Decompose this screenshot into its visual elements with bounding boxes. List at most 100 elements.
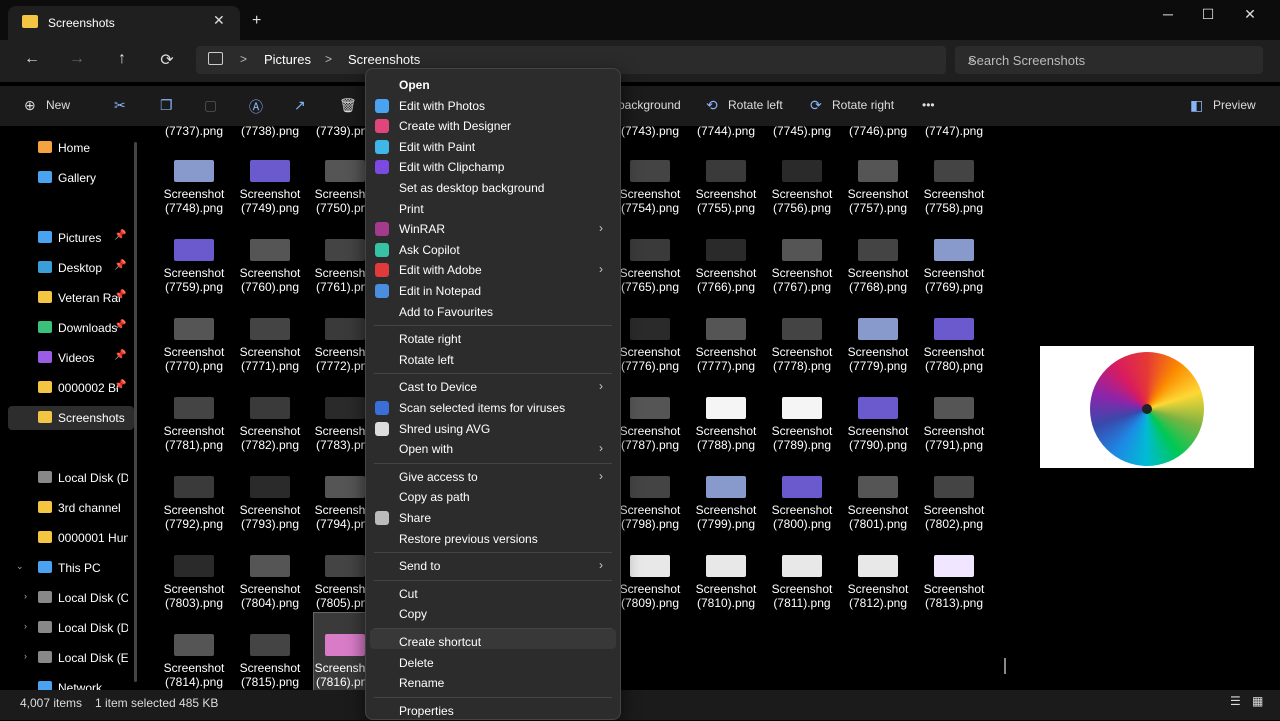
file-item[interactable]: Screenshot (7749).png xyxy=(232,160,308,215)
sidebar-item[interactable]: 0000001 Hung xyxy=(0,526,136,550)
file-item[interactable]: Screenshot (7767).png xyxy=(764,239,840,294)
file-item[interactable]: Screenshot (7800).png xyxy=(764,476,840,531)
menu-item[interactable]: Scan selected items for viruses xyxy=(366,398,620,418)
back-button[interactable]: ← xyxy=(20,50,44,68)
file-item[interactable]: Screenshot (7781).png xyxy=(156,397,232,452)
menu-item[interactable]: Edit in Notepad xyxy=(366,281,620,301)
file-item[interactable]: Screenshot (7778).png xyxy=(764,318,840,373)
tiles-view-icon[interactable]: ▦ xyxy=(1252,694,1263,708)
menu-item[interactable]: Edit with Photos xyxy=(366,96,620,116)
copy-icon[interactable]: ❐ xyxy=(160,97,173,114)
details-view-icon[interactable]: ☰ xyxy=(1230,694,1241,708)
preview-button[interactable]: Preview xyxy=(1213,98,1256,112)
sidebar-item[interactable]: Local Disk (D › xyxy=(0,616,136,640)
sidebar-item[interactable]: Pictures 📌 xyxy=(0,226,136,250)
sidebar-item[interactable]: Videos 📌 xyxy=(0,346,136,370)
file-item[interactable]: Screenshot (7802).png xyxy=(916,476,992,531)
menu-item[interactable]: Set as desktop background xyxy=(366,178,620,198)
file-item[interactable]: Screenshot (7754).png xyxy=(612,160,688,215)
file-item[interactable]: Screenshot (7758).png xyxy=(916,160,992,215)
file-item[interactable]: Screenshot (7780).png xyxy=(916,318,992,373)
sidebar-item[interactable]: Veteran Rai 📌 xyxy=(0,286,136,310)
sidebar-item[interactable]: Local Disk (D:) xyxy=(0,466,136,490)
file-item[interactable]: Screenshot (7759).png xyxy=(156,239,232,294)
file-item[interactable]: Screenshot (7814).png xyxy=(156,634,232,689)
sidebar-item[interactable]: This PC ⌄ xyxy=(0,556,136,580)
set-background-button[interactable]: background xyxy=(618,98,681,112)
file-name[interactable]: (7745).png xyxy=(764,124,840,138)
file-item[interactable]: Screenshot (7789).png xyxy=(764,397,840,452)
file-item[interactable]: Screenshot (7755).png xyxy=(688,160,764,215)
file-item[interactable]: Screenshot (7791).png xyxy=(916,397,992,452)
file-item[interactable]: Screenshot (7768).png xyxy=(840,239,916,294)
menu-item[interactable]: Edit with Adobe › xyxy=(366,260,620,280)
tab-screenshots[interactable]: Screenshots ✕ xyxy=(8,6,240,40)
file-item[interactable]: Screenshot (7815).png xyxy=(232,634,308,689)
rotate-right-button[interactable]: Rotate right xyxy=(832,98,894,112)
paste-icon[interactable]: ▢ xyxy=(204,97,217,114)
file-item[interactable]: Screenshot (7756).png xyxy=(764,160,840,215)
breadcrumb-pictures[interactable]: Pictures xyxy=(264,52,311,67)
menu-item[interactable]: Restore previous versions xyxy=(366,529,620,549)
file-item[interactable]: Screenshot (7799).png xyxy=(688,476,764,531)
menu-item[interactable]: Create with Designer xyxy=(366,116,620,136)
expand-chevron-icon[interactable]: › xyxy=(24,621,27,631)
sidebar-item[interactable]: Home xyxy=(0,136,136,160)
menu-item[interactable]: Share xyxy=(366,508,620,528)
sidebar-scrollbar[interactable] xyxy=(134,142,137,682)
file-item[interactable]: Screenshot (7787).png xyxy=(612,397,688,452)
file-name[interactable]: (7737).png xyxy=(156,124,232,138)
sidebar-item[interactable]: 3rd channel xyxy=(0,496,136,520)
menu-item[interactable]: Edit with Clipchamp xyxy=(366,157,620,177)
delete-icon[interactable]: 🗑 xyxy=(339,97,357,114)
file-item[interactable]: Screenshot (7813).png xyxy=(916,555,992,610)
breadcrumb-screenshots[interactable]: Screenshots xyxy=(348,52,420,67)
file-item[interactable]: Screenshot (7748).png xyxy=(156,160,232,215)
minimize-button[interactable]: ─ xyxy=(1148,6,1188,22)
menu-item[interactable]: Rotate right xyxy=(366,329,620,349)
file-item[interactable]: Screenshot (7771).png xyxy=(232,318,308,373)
file-name[interactable]: (7747).png xyxy=(916,124,992,138)
sidebar-item[interactable]: 0000002 Br 📌 xyxy=(0,376,136,400)
menu-item[interactable]: Copy xyxy=(366,604,620,624)
menu-item[interactable]: Shred using AVG xyxy=(366,419,620,439)
menu-item[interactable]: Properties xyxy=(366,701,620,721)
file-item[interactable]: Screenshot (7793).png xyxy=(232,476,308,531)
expand-chevron-icon[interactable]: › xyxy=(24,591,27,601)
expand-chevron-icon[interactable]: › xyxy=(24,651,27,661)
menu-item[interactable]: Cast to Device › xyxy=(366,377,620,397)
expand-chevron-icon[interactable]: ⌄ xyxy=(16,561,24,572)
menu-item[interactable]: Edit with Paint xyxy=(366,137,620,157)
file-item[interactable]: Screenshot (7798).png xyxy=(612,476,688,531)
file-item[interactable]: Screenshot (7779).png xyxy=(840,318,916,373)
menu-item[interactable]: Delete xyxy=(366,653,620,673)
rotate-left-button[interactable]: Rotate left xyxy=(728,98,783,112)
menu-item[interactable]: Create shortcut xyxy=(366,632,620,652)
up-button[interactable]: ↑ xyxy=(110,50,134,68)
file-item[interactable]: Screenshot (7811).png xyxy=(764,555,840,610)
sidebar-item[interactable]: Local Disk (C › xyxy=(0,586,136,610)
share-icon[interactable]: ↗ xyxy=(294,97,306,114)
file-item[interactable]: Screenshot (7804).png xyxy=(232,555,308,610)
sidebar-item[interactable]: Gallery xyxy=(0,166,136,190)
sidebar-item[interactable]: Local Disk (E › xyxy=(0,646,136,670)
file-item[interactable]: Screenshot (7769).png xyxy=(916,239,992,294)
menu-item[interactable]: WinRAR › xyxy=(366,219,620,239)
file-item[interactable]: Screenshot (7803).png xyxy=(156,555,232,610)
menu-item[interactable]: Copy as path xyxy=(366,487,620,507)
refresh-button[interactable]: ⟳ xyxy=(155,50,179,70)
menu-item[interactable]: Ask Copilot xyxy=(366,240,620,260)
search-input[interactable]: Search Screenshots ⌕ xyxy=(955,46,1263,74)
close-window-button[interactable]: ✕ xyxy=(1230,6,1270,23)
file-item[interactable]: Screenshot (7760).png xyxy=(232,239,308,294)
forward-button[interactable]: → xyxy=(65,50,89,68)
sidebar-item[interactable]: Desktop 📌 xyxy=(0,256,136,280)
file-name[interactable]: (7738).png xyxy=(232,124,308,138)
new-tab-button[interactable]: + xyxy=(252,12,261,30)
maximize-button[interactable]: ☐ xyxy=(1188,6,1228,23)
menu-item[interactable]: Open with › xyxy=(366,439,620,459)
more-options-button[interactable]: ••• xyxy=(922,98,935,112)
sidebar-item[interactable]: Downloads 📌 xyxy=(0,316,136,340)
rename-icon[interactable]: Ⓐ xyxy=(249,97,263,117)
menu-item[interactable]: Add to Favourites xyxy=(366,302,620,322)
